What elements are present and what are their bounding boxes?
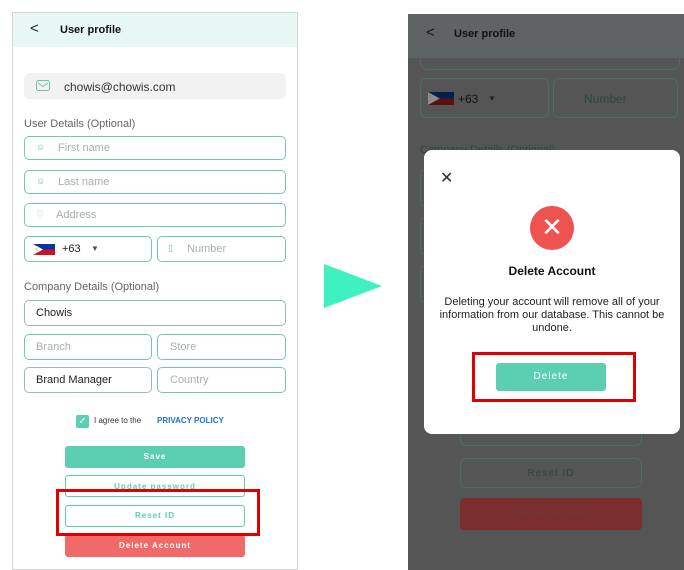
phone-icon: ▯ (168, 243, 173, 253)
delete-account-button[interactable]: Delete Account (460, 498, 642, 530)
reset-id-button[interactable]: Reset ID (460, 458, 642, 488)
privacy-policy-link[interactable]: PRIVACY POLICY (157, 416, 224, 425)
heart-icon: ♡ (36, 209, 45, 219)
header-bar (408, 14, 684, 58)
company-name-value: Chowis (36, 307, 73, 319)
country-code-value: +63 (458, 92, 479, 106)
caret-down-icon: ▼ (488, 94, 496, 103)
address-placeholder: Address (56, 209, 97, 221)
country-code-value: +63 (62, 243, 81, 255)
company-details-label: Company Details (Optional) (24, 281, 160, 293)
dialog-message: Deleting your account will remove all of… (439, 296, 665, 334)
dialog-title: Delete Account (508, 264, 596, 278)
number-placeholder: Number (584, 92, 627, 106)
email-value: chowis@chowis.com (64, 80, 176, 94)
store-placeholder: Store (170, 341, 197, 353)
mail-icon (36, 80, 50, 91)
agree-text: I agree to the (94, 416, 142, 425)
phone-icon: ▯ (564, 91, 570, 102)
person-icon: ☺ (36, 142, 46, 152)
person-icon: ☺ (36, 176, 46, 186)
first-name-placeholder: First name (58, 142, 110, 154)
caret-down-icon: ▼ (91, 244, 99, 253)
position-value: Brand Manager (36, 374, 112, 386)
number-placeholder: Number (187, 243, 227, 255)
branch-placeholder: Branch (36, 341, 71, 353)
highlight-reset-delete (56, 489, 260, 536)
header-bar (13, 13, 297, 47)
highlight-delete-button (472, 352, 636, 402)
back-icon[interactable]: < (426, 24, 435, 41)
close-icon[interactable]: ✕ (440, 168, 453, 188)
page-title: User profile (454, 28, 516, 40)
back-icon[interactable]: < (30, 20, 39, 37)
philippines-flag-icon (428, 92, 454, 105)
country-placeholder: Country (170, 374, 209, 386)
email-field-edge (420, 58, 680, 70)
philippines-flag-icon (33, 244, 55, 255)
save-button[interactable]: Save (65, 446, 245, 468)
transition-arrow-icon (324, 264, 382, 308)
user-details-label: User Details (Optional) (24, 118, 136, 130)
page-title: User profile (60, 24, 122, 36)
last-name-placeholder: Last name (58, 176, 110, 188)
agree-checkbox[interactable]: ✓ (76, 415, 89, 428)
delete-account-button[interactable]: Delete Account (65, 535, 245, 557)
error-icon: ✕ (530, 206, 574, 250)
